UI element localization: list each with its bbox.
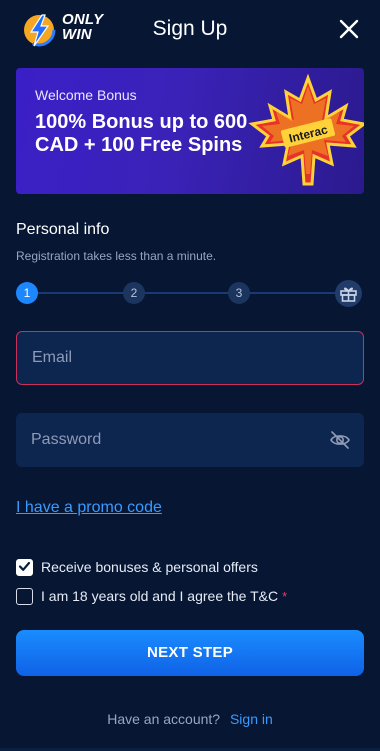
banner-subtitle: Welcome Bonus xyxy=(35,87,137,103)
email-input[interactable] xyxy=(32,332,322,384)
password-input[interactable] xyxy=(31,413,321,467)
bonus-offers-checkbox[interactable] xyxy=(16,558,33,576)
banner-headline: 100% Bonus up to 600 CAD + 100 Free Spin… xyxy=(35,111,248,156)
next-step-button[interactable]: NEXT STEP xyxy=(16,630,364,676)
have-account-text: Have an account? xyxy=(107,711,221,727)
interac-maple-leaf-icon: Interac xyxy=(248,74,364,186)
footer: Have an account? Sign in xyxy=(0,711,380,727)
sign-in-link[interactable]: Sign in xyxy=(230,711,273,727)
terms-label: I am 18 years old and I agree the T&C xyxy=(41,588,279,604)
registration-stepper: 1 2 3 xyxy=(16,280,362,307)
stepper-track xyxy=(28,292,350,294)
section-subtitle: Registration takes less than a minute. xyxy=(16,249,217,263)
step-1: 1 xyxy=(16,282,38,304)
page-title: Sign Up xyxy=(152,17,228,40)
checkmark-icon xyxy=(18,561,30,571)
step-gift xyxy=(335,280,362,307)
email-field[interactable] xyxy=(16,331,364,385)
promo-code-link[interactable]: I have a promo code xyxy=(16,499,162,517)
welcome-bonus-banner[interactable]: Welcome Bonus 100% Bonus up to 600 CAD +… xyxy=(16,68,364,194)
step-2: 2 xyxy=(123,282,145,304)
required-asterisk: * xyxy=(282,588,288,604)
section-title: Personal info xyxy=(16,221,110,238)
header: ONLY WIN Sign Up xyxy=(0,0,380,60)
bonus-offers-checkbox-row[interactable]: Receive bonuses & personal offers xyxy=(16,557,258,577)
eye-off-icon[interactable] xyxy=(329,429,351,451)
terms-checkbox[interactable] xyxy=(16,587,33,605)
close-icon[interactable] xyxy=(338,18,360,40)
password-field[interactable] xyxy=(16,413,364,467)
bonus-offers-label: Receive bonuses & personal offers xyxy=(41,559,258,575)
terms-checkbox-row[interactable]: I am 18 years old and I agree the T&C * xyxy=(16,586,287,606)
gift-icon xyxy=(340,287,357,302)
step-3: 3 xyxy=(228,282,250,304)
